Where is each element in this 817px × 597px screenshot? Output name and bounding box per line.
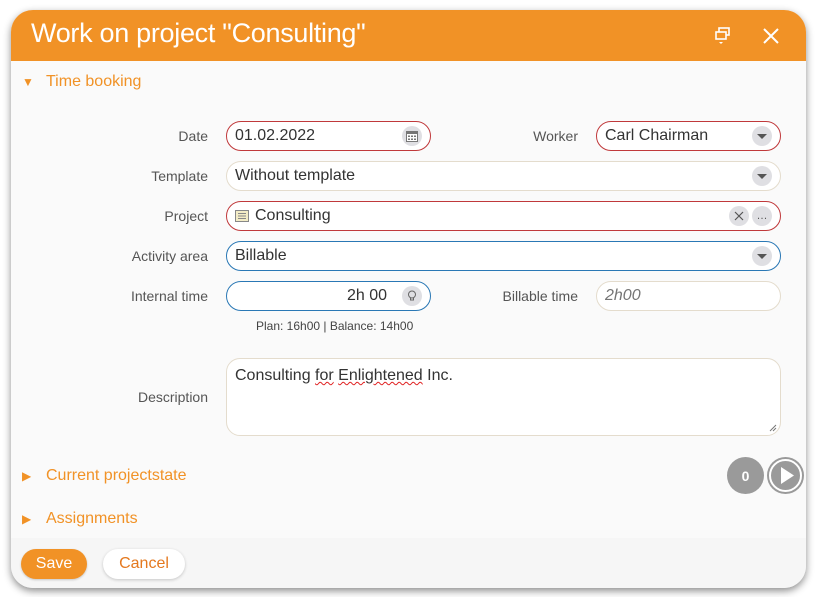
play-icon[interactable] xyxy=(767,457,804,494)
calendar-icon[interactable] xyxy=(402,126,422,146)
misspelled-word: Enlightened xyxy=(338,367,423,384)
projectstate-count-badge: 0 xyxy=(727,457,764,494)
expanded-triangle-icon: ▼ xyxy=(22,75,34,89)
description-label: Description xyxy=(137,389,208,405)
date-label: Date xyxy=(178,128,208,144)
template-label: Template xyxy=(151,168,208,184)
cancel-button[interactable]: Cancel xyxy=(103,549,185,579)
activity-area-select[interactable]: Billable xyxy=(226,241,781,271)
misspelled-word: for xyxy=(315,367,334,384)
lightbulb-icon[interactable] xyxy=(402,286,422,306)
section-time-booking[interactable]: ▼ Time booking xyxy=(22,73,141,91)
internal-time-field[interactable]: 2h 00 xyxy=(226,281,431,311)
worker-label: Worker xyxy=(533,128,578,144)
billable-time-input[interactable] xyxy=(596,281,781,311)
worker-value: Carl Chairman xyxy=(605,127,709,144)
project-label: Project xyxy=(164,208,208,224)
more-options-icon[interactable]: … xyxy=(752,206,772,226)
clear-icon[interactable] xyxy=(729,206,749,226)
description-text: Inc. xyxy=(422,367,453,384)
project-field[interactable]: Consulting … xyxy=(226,201,781,231)
description-text: Consulting xyxy=(235,367,316,384)
resize-handle-icon[interactable] xyxy=(769,424,777,432)
internal-time-value: 2h 00 xyxy=(346,287,387,304)
close-icon[interactable] xyxy=(759,24,783,48)
description-textarea[interactable]: Consulting for Enlightened Inc. xyxy=(226,358,781,436)
date-field[interactable]: 01.02.2022 xyxy=(226,121,431,151)
chevron-down-icon[interactable] xyxy=(752,166,772,186)
date-value: 01.02.2022 xyxy=(235,127,316,144)
template-value: Without template xyxy=(235,167,356,184)
plan-balance-hint: Plan: 16h00 | Balance: 14h00 xyxy=(256,319,414,333)
section-assignments[interactable]: ▶ Assignments xyxy=(22,510,138,528)
section-current-projectstate[interactable]: ▶ Current projectstate xyxy=(22,467,187,485)
activity-area-value: Billable xyxy=(235,247,287,264)
activity-area-label: Activity area xyxy=(131,248,208,264)
dialog-titlebar[interactable]: Work on project "Consulting" xyxy=(11,10,806,61)
section-label: Time booking xyxy=(46,73,142,90)
template-select[interactable]: Without template xyxy=(226,161,781,191)
collapsed-triangle-icon: ▶ xyxy=(22,512,32,526)
collapsed-triangle-icon: ▶ xyxy=(22,469,32,483)
project-icon xyxy=(235,210,249,222)
save-button[interactable]: Save xyxy=(21,549,87,579)
restore-window-icon[interactable] xyxy=(711,24,735,48)
chevron-down-icon[interactable] xyxy=(752,126,772,146)
chevron-down-icon[interactable] xyxy=(752,246,772,266)
dialog-title: Work on project "Consulting" xyxy=(31,18,366,48)
section-label: Current projectstate xyxy=(46,467,187,484)
section-label: Assignments xyxy=(46,510,138,527)
worker-select[interactable]: Carl Chairman xyxy=(596,121,781,151)
billable-time-label: Billable time xyxy=(502,288,578,304)
dialog: Work on project "Consulting" ▼ Time booki… xyxy=(11,10,806,588)
internal-time-label: Internal time xyxy=(130,288,208,304)
project-value: Consulting xyxy=(255,207,331,224)
